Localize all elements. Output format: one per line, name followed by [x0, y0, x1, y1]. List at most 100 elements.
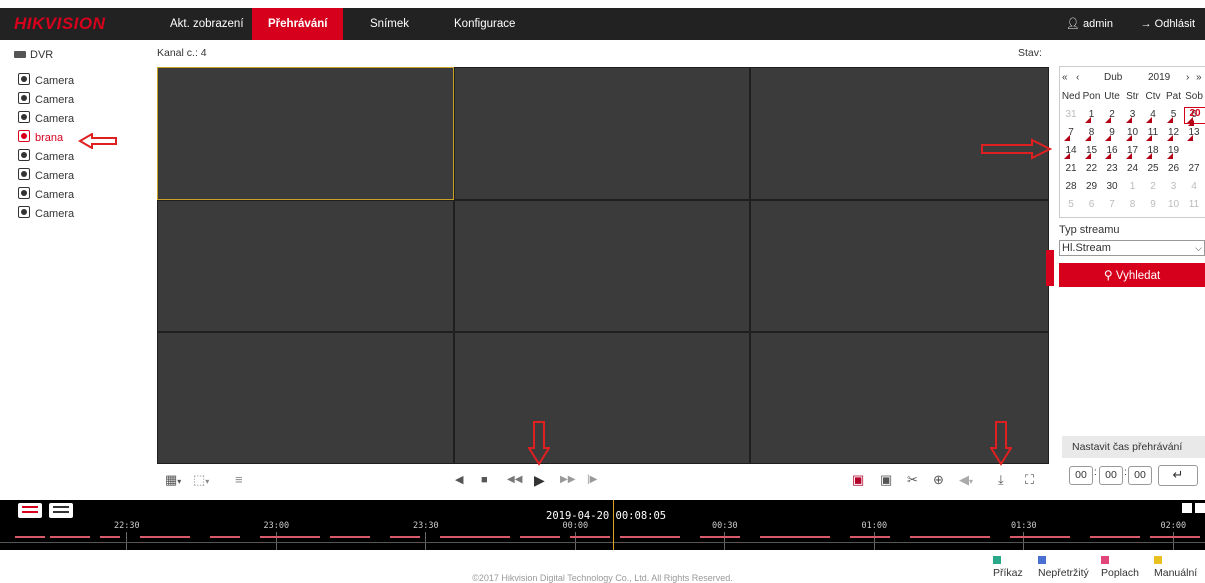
calendar-day[interactable]: 10: [1164, 199, 1184, 210]
tree-root-dvr[interactable]: DVR: [14, 49, 53, 61]
calendar-day[interactable]: 14: [1061, 145, 1081, 159]
calendar-day[interactable]: 31: [1061, 109, 1081, 120]
recording-segment: [390, 536, 420, 538]
tree-channel-3[interactable]: Camera: [18, 110, 74, 128]
apply-time-button[interactable]: ↵: [1158, 465, 1198, 486]
calendar-day[interactable]: 20: [1184, 107, 1205, 126]
tree-channel-1[interactable]: Camera: [18, 72, 74, 90]
recording-segment: [50, 536, 90, 538]
stop-icon[interactable]: ■︎: [481, 472, 488, 488]
zoom-icon[interactable]: ⊕: [933, 472, 944, 488]
calendar-day[interactable]: 19: [1164, 145, 1184, 159]
video-window[interactable]: [454, 332, 750, 464]
calendar-day[interactable]: 27: [1184, 163, 1204, 174]
calendar-day[interactable]: 3: [1164, 181, 1184, 192]
window-split-icon[interactable]: ⬚▾: [193, 472, 209, 490]
time-minutes-input[interactable]: 00: [1099, 466, 1123, 485]
calendar-day[interactable]: 18: [1143, 145, 1163, 159]
calendar-day[interactable]: 8: [1082, 127, 1102, 141]
calendar-day[interactable]: 24: [1123, 163, 1143, 174]
next-year-icon[interactable]: »: [1196, 72, 1202, 83]
video-window[interactable]: [454, 67, 750, 200]
calendar-day[interactable]: 30: [1102, 181, 1122, 192]
time-hours-input[interactable]: 00: [1069, 466, 1093, 485]
volume-icon[interactable]: ◀︎▾: [959, 472, 973, 490]
clip-icon[interactable]: ✂︎: [907, 472, 918, 488]
calendar-day[interactable]: 28: [1061, 181, 1081, 192]
next-frame-icon[interactable]: |▶: [587, 472, 597, 488]
timeline-tick: [126, 532, 127, 550]
stream-type-select[interactable]: Hl.Stream ⌵: [1059, 240, 1205, 256]
timeline-cursor[interactable]: [613, 500, 614, 550]
download-icon[interactable]: ⤓: [998, 472, 1004, 488]
fullscreen-icon[interactable]: ⛶: [1025, 472, 1034, 488]
play-icon[interactable]: ▶︎: [534, 472, 545, 488]
calendar-day[interactable]: 25: [1143, 163, 1163, 174]
search-button[interactable]: ⚲︎ Vyhledat: [1059, 263, 1205, 287]
calendar-day[interactable]: 7: [1102, 199, 1122, 210]
calendar-day[interactable]: 5: [1061, 199, 1081, 210]
copyright-footer: ©2017 Hikvision Digital Technology Co., …: [472, 573, 733, 583]
time-seconds-input[interactable]: 00: [1128, 466, 1152, 485]
calendar-day[interactable]: 2: [1102, 109, 1122, 123]
calendar-day[interactable]: 4: [1143, 109, 1163, 123]
video-window[interactable]: [157, 200, 454, 332]
calendar-day[interactable]: 26: [1164, 163, 1184, 174]
calendar-day[interactable]: 11: [1143, 127, 1163, 141]
nav-playback[interactable]: Přehrávání: [252, 8, 344, 40]
calendar-day[interactable]: 10: [1123, 127, 1143, 141]
video-window[interactable]: [750, 200, 1049, 332]
user-menu[interactable]: 👤︎ admin: [1066, 8, 1113, 40]
calendar-day[interactable]: 16: [1102, 145, 1122, 159]
tree-channel-7[interactable]: Camera: [18, 186, 74, 204]
calendar-day[interactable]: 3: [1123, 109, 1143, 123]
video-window[interactable]: [157, 67, 454, 200]
nav-live-view[interactable]: Akt. zobrazení: [154, 8, 260, 40]
timeline[interactable]: 2019-04-20 00:08:05 22:30 23:00 23:30 00:00…: [0, 500, 1205, 550]
calendar-day[interactable]: 29: [1082, 181, 1102, 192]
calendar-day[interactable]: 12: [1164, 127, 1184, 141]
calendar-day[interactable]: 7: [1061, 127, 1081, 141]
logout-button[interactable]: →︎ Odhlásit: [1141, 8, 1195, 40]
tree-channel-6[interactable]: Camera: [18, 167, 74, 185]
calendar-day[interactable]: 4: [1184, 181, 1204, 192]
recording-segment: [1010, 536, 1070, 538]
tree-channel-5[interactable]: Camera: [18, 148, 74, 166]
calendar-day[interactable]: 2: [1143, 181, 1163, 192]
capture-icon[interactable]: ▣: [880, 472, 892, 488]
window-layout-icon[interactable]: ▦︎▾: [165, 472, 181, 490]
timeline-tick: [275, 532, 277, 550]
nav-picture[interactable]: Snímek: [354, 8, 425, 40]
calendar-day[interactable]: 17: [1123, 145, 1143, 159]
tree-channel-8[interactable]: Camera: [18, 205, 74, 223]
calendar-day[interactable]: 1: [1082, 109, 1102, 123]
calendar-day[interactable]: 22: [1082, 163, 1102, 174]
calendar-day[interactable]: 13: [1184, 127, 1204, 141]
previous-frame-icon[interactable]: ◀︎: [455, 472, 463, 488]
fast-forward-icon[interactable]: ▶▶: [560, 472, 575, 488]
tree-channel-2[interactable]: Camera: [18, 91, 74, 109]
video-window[interactable]: [157, 332, 454, 464]
calendar-day[interactable]: 6: [1082, 199, 1102, 210]
prev-year-icon[interactable]: «: [1062, 72, 1068, 83]
collapse-panel-handle[interactable]: [1046, 250, 1054, 286]
nav-configuration[interactable]: Konfigurace: [438, 8, 531, 40]
prev-month-icon[interactable]: ‹: [1076, 72, 1079, 83]
sync-playback-icon[interactable]: ≡: [235, 472, 243, 488]
calendar-day[interactable]: 15: [1082, 145, 1102, 159]
stop-all-icon[interactable]: ▣: [852, 472, 864, 488]
calendar-day[interactable]: 23: [1102, 163, 1122, 174]
legend-swatch: [1038, 556, 1046, 564]
calendar-day[interactable]: 8: [1123, 199, 1143, 210]
slow-forward-icon[interactable]: ◀◀: [507, 472, 522, 488]
calendar-day[interactable]: 11: [1184, 199, 1204, 210]
calendar-day[interactable]: 21: [1061, 163, 1081, 174]
video-window[interactable]: [750, 67, 1049, 200]
calendar-day[interactable]: 9: [1143, 199, 1163, 210]
tree-channel-4[interactable]: brana: [18, 129, 63, 147]
next-month-icon[interactable]: ›: [1186, 72, 1189, 83]
calendar-day[interactable]: 1: [1123, 181, 1143, 192]
video-window[interactable]: [454, 200, 750, 332]
calendar-day[interactable]: 9: [1102, 127, 1122, 141]
calendar-day[interactable]: 5: [1164, 109, 1184, 123]
